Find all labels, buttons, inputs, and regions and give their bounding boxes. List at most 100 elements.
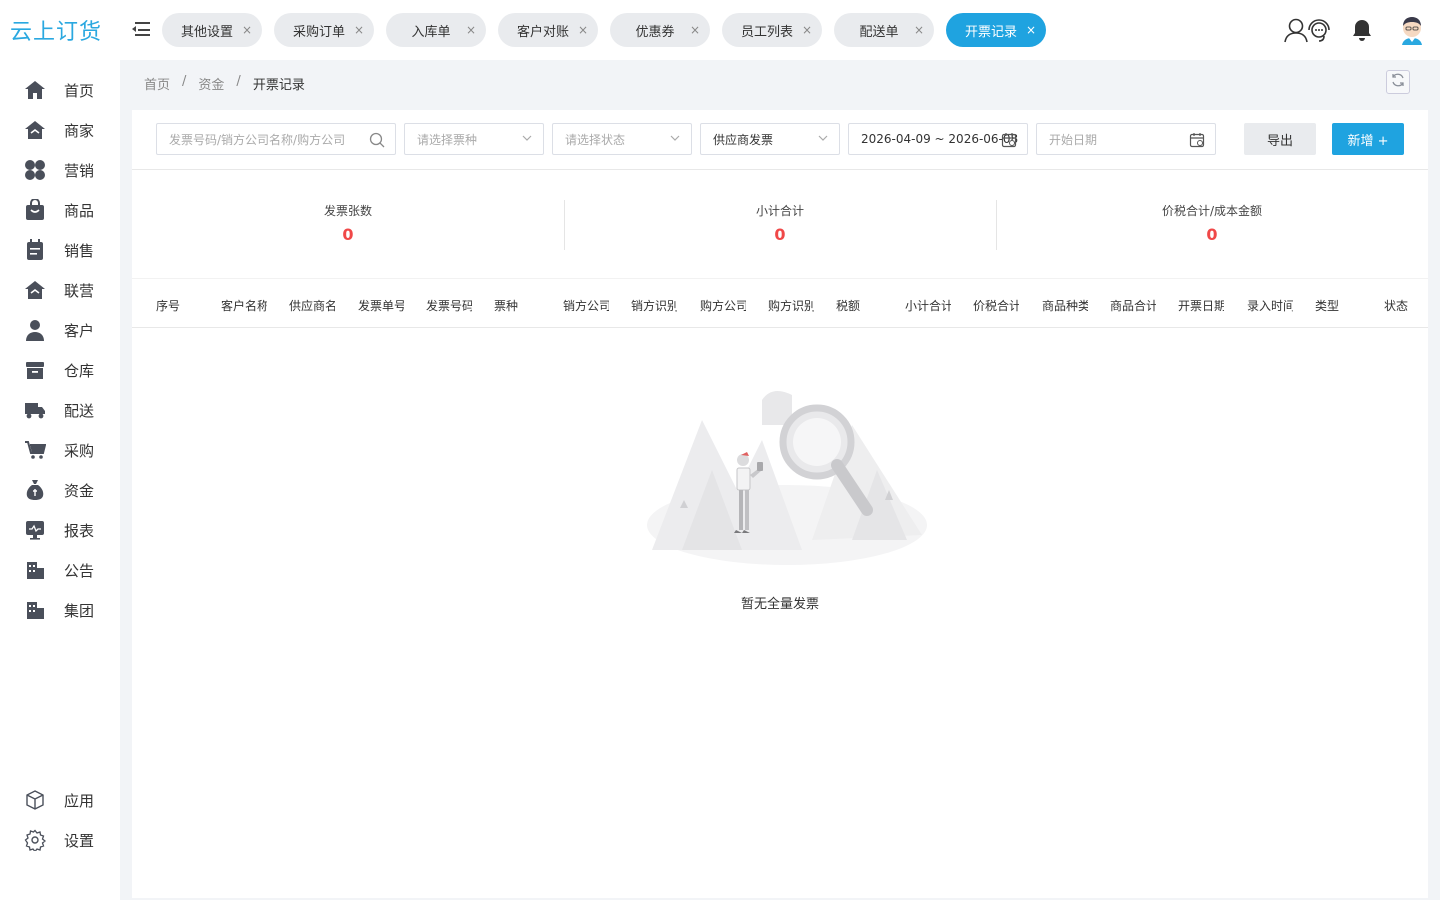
start-date-placeholder: 开始日期 xyxy=(1049,132,1098,147)
stat-value: 0 xyxy=(1206,225,1218,244)
sidebar-item-label: 设置 xyxy=(64,831,95,850)
sidebar-item-sales[interactable]: 销售 xyxy=(0,230,120,270)
clover-icon xyxy=(24,159,46,181)
main-panel: 发票号码/销方公司名称/购方公司 请选择票种 请选择状态 供应商发票 2026-… xyxy=(132,110,1428,898)
column-header[interactable]: 销方公司 xyxy=(563,297,609,314)
chevron-down-icon xyxy=(817,132,829,147)
tab-label: 采购订单 xyxy=(292,24,345,40)
stat-label: 价税合计/成本金额 xyxy=(1161,204,1263,218)
tab-label: 优惠券 xyxy=(635,24,675,40)
tab-purchase-order[interactable]: 采购订单 × xyxy=(274,13,374,47)
bell-icon[interactable] xyxy=(1342,10,1382,50)
customer-service-icon[interactable] xyxy=(1280,10,1336,50)
close-icon[interactable]: × xyxy=(466,22,476,38)
sidebar: 首页 商家 营销 商品 销售 联营 客户 仓库 配送 采购 资金 报表 公告 集… xyxy=(0,60,120,900)
close-icon[interactable]: × xyxy=(354,22,364,38)
sidebar-item-home[interactable]: 首页 xyxy=(0,70,120,110)
tab-label: 其他设置 xyxy=(180,24,233,40)
column-header[interactable]: 销方识别 xyxy=(631,297,677,314)
column-header[interactable]: 发票单号 xyxy=(358,297,404,314)
sidebar-item-settings[interactable]: 设置 xyxy=(0,820,120,860)
home-icon xyxy=(24,79,46,101)
sidebar-item-marketing[interactable]: 营销 xyxy=(0,150,120,190)
status-select[interactable]: 请选择状态 xyxy=(552,123,692,155)
column-header[interactable]: 购方识别 xyxy=(768,297,814,314)
sidebar-item-notice[interactable]: 公告 xyxy=(0,550,120,590)
chevron-down-icon xyxy=(521,132,533,147)
column-header[interactable]: 票种 xyxy=(494,297,540,314)
column-header[interactable]: 商品种类 xyxy=(1042,297,1088,314)
chevron-down-icon xyxy=(669,132,681,147)
column-header[interactable]: 客户名称 xyxy=(221,297,267,314)
column-header[interactable]: 商品合计 xyxy=(1110,297,1156,314)
close-icon[interactable]: × xyxy=(1026,22,1036,38)
sidebar-item-delivery[interactable]: 配送 xyxy=(0,390,120,430)
sidebar-item-purchase[interactable]: 采购 xyxy=(0,430,120,470)
tab-label: 入库单 xyxy=(411,24,451,40)
menu-collapse-icon[interactable] xyxy=(132,22,150,38)
close-icon[interactable]: × xyxy=(242,22,252,38)
close-icon[interactable]: × xyxy=(802,22,812,38)
tab-customer-reconcile[interactable]: 客户对账 × xyxy=(498,13,598,47)
empty-illustration xyxy=(642,380,932,620)
close-icon[interactable]: × xyxy=(914,22,924,38)
tab-bar: 其他设置 × 采购订单 × 入库单 × 客户对账 × 优惠券 × 员工列表 × 配送单 × 开… xyxy=(162,13,1046,47)
avatar[interactable] xyxy=(1392,10,1432,50)
tab-label: 开票记录 xyxy=(964,24,1017,40)
export-button[interactable]: 导出 xyxy=(1244,123,1316,155)
column-header[interactable]: 供应商名 xyxy=(289,297,335,314)
tab-inbound[interactable]: 入库单 × xyxy=(386,13,486,47)
column-header[interactable]: 购方公司 xyxy=(700,297,746,314)
search-icon[interactable] xyxy=(369,132,385,151)
column-header[interactable]: 价税合计 xyxy=(973,297,1019,314)
invoice-source-select[interactable]: 供应商发票 xyxy=(700,123,840,155)
sidebar-item-group[interactable]: 集团 xyxy=(0,590,120,630)
breadcrumb-separator: / xyxy=(236,74,241,89)
column-header[interactable]: 小计合计 xyxy=(905,297,951,314)
column-header[interactable]: 类型 xyxy=(1315,297,1355,314)
app-logo[interactable]: 云上订货 xyxy=(0,0,120,60)
search-input[interactable]: 发票号码/销方公司名称/购方公司 xyxy=(156,123,396,155)
search-placeholder: 发票号码/销方公司名称/购方公司 xyxy=(169,132,346,147)
tab-staff-list[interactable]: 员工列表 × xyxy=(722,13,822,47)
sidebar-item-joint[interactable]: 联营 xyxy=(0,270,120,310)
sidebar-item-goods[interactable]: 商品 xyxy=(0,190,120,230)
ticket-type-select[interactable]: 请选择票种 xyxy=(404,123,544,155)
status-placeholder: 请选择状态 xyxy=(565,132,626,147)
tab-coupon[interactable]: 优惠券 × xyxy=(610,13,710,47)
sidebar-item-label: 客户 xyxy=(64,321,95,340)
ticket-type-placeholder: 请选择票种 xyxy=(417,132,478,147)
column-header[interactable]: 录入时间 xyxy=(1247,297,1293,314)
column-header[interactable]: 序号 xyxy=(156,297,196,314)
calendar-icon xyxy=(1001,132,1017,151)
sidebar-nav: 首页 商家 营销 商品 销售 联营 客户 仓库 配送 采购 资金 报表 公告 集… xyxy=(0,60,120,630)
cube-icon xyxy=(24,789,46,811)
store-link-icon xyxy=(24,279,46,301)
tab-delivery[interactable]: 配送单 × xyxy=(834,13,934,47)
date-range-picker[interactable]: 2026-04-09 ~ 2026-06-08 xyxy=(848,123,1028,155)
add-button[interactable]: 新增 + xyxy=(1332,123,1404,155)
column-header[interactable]: 发票号码 xyxy=(426,297,472,314)
column-header[interactable]: 税额 xyxy=(836,297,882,314)
tab-other-settings[interactable]: 其他设置 × xyxy=(162,13,262,47)
sidebar-item-warehouse[interactable]: 仓库 xyxy=(0,350,120,390)
building-icon xyxy=(24,559,46,581)
sidebar-item-reports[interactable]: 报表 xyxy=(0,510,120,550)
sidebar-item-apps[interactable]: 应用 xyxy=(0,780,120,820)
tab-label: 客户对账 xyxy=(516,24,569,40)
date-range-value: 2026-04-09 ~ 2026-06-08 xyxy=(861,132,1019,146)
tab-invoice-records[interactable]: 开票记录 × xyxy=(946,13,1046,47)
column-header[interactable]: 状态 xyxy=(1384,297,1424,314)
sidebar-item-customer[interactable]: 客户 xyxy=(0,310,120,350)
sidebar-item-funds[interactable]: 资金 xyxy=(0,470,120,510)
calendar-icon xyxy=(1189,132,1205,151)
stat-invoice-count: 发票张数 0 xyxy=(132,190,564,260)
column-header[interactable]: 开票日期 xyxy=(1178,297,1224,314)
close-icon[interactable]: × xyxy=(690,22,700,38)
close-icon[interactable]: × xyxy=(578,22,588,38)
breadcrumb-item-home[interactable]: 首页 xyxy=(144,74,170,93)
refresh-button[interactable] xyxy=(1386,70,1410,94)
sidebar-item-merchant[interactable]: 商家 xyxy=(0,110,120,150)
start-date-input[interactable]: 开始日期 xyxy=(1036,123,1216,155)
breadcrumb-item-funds[interactable]: 资金 xyxy=(198,74,224,93)
